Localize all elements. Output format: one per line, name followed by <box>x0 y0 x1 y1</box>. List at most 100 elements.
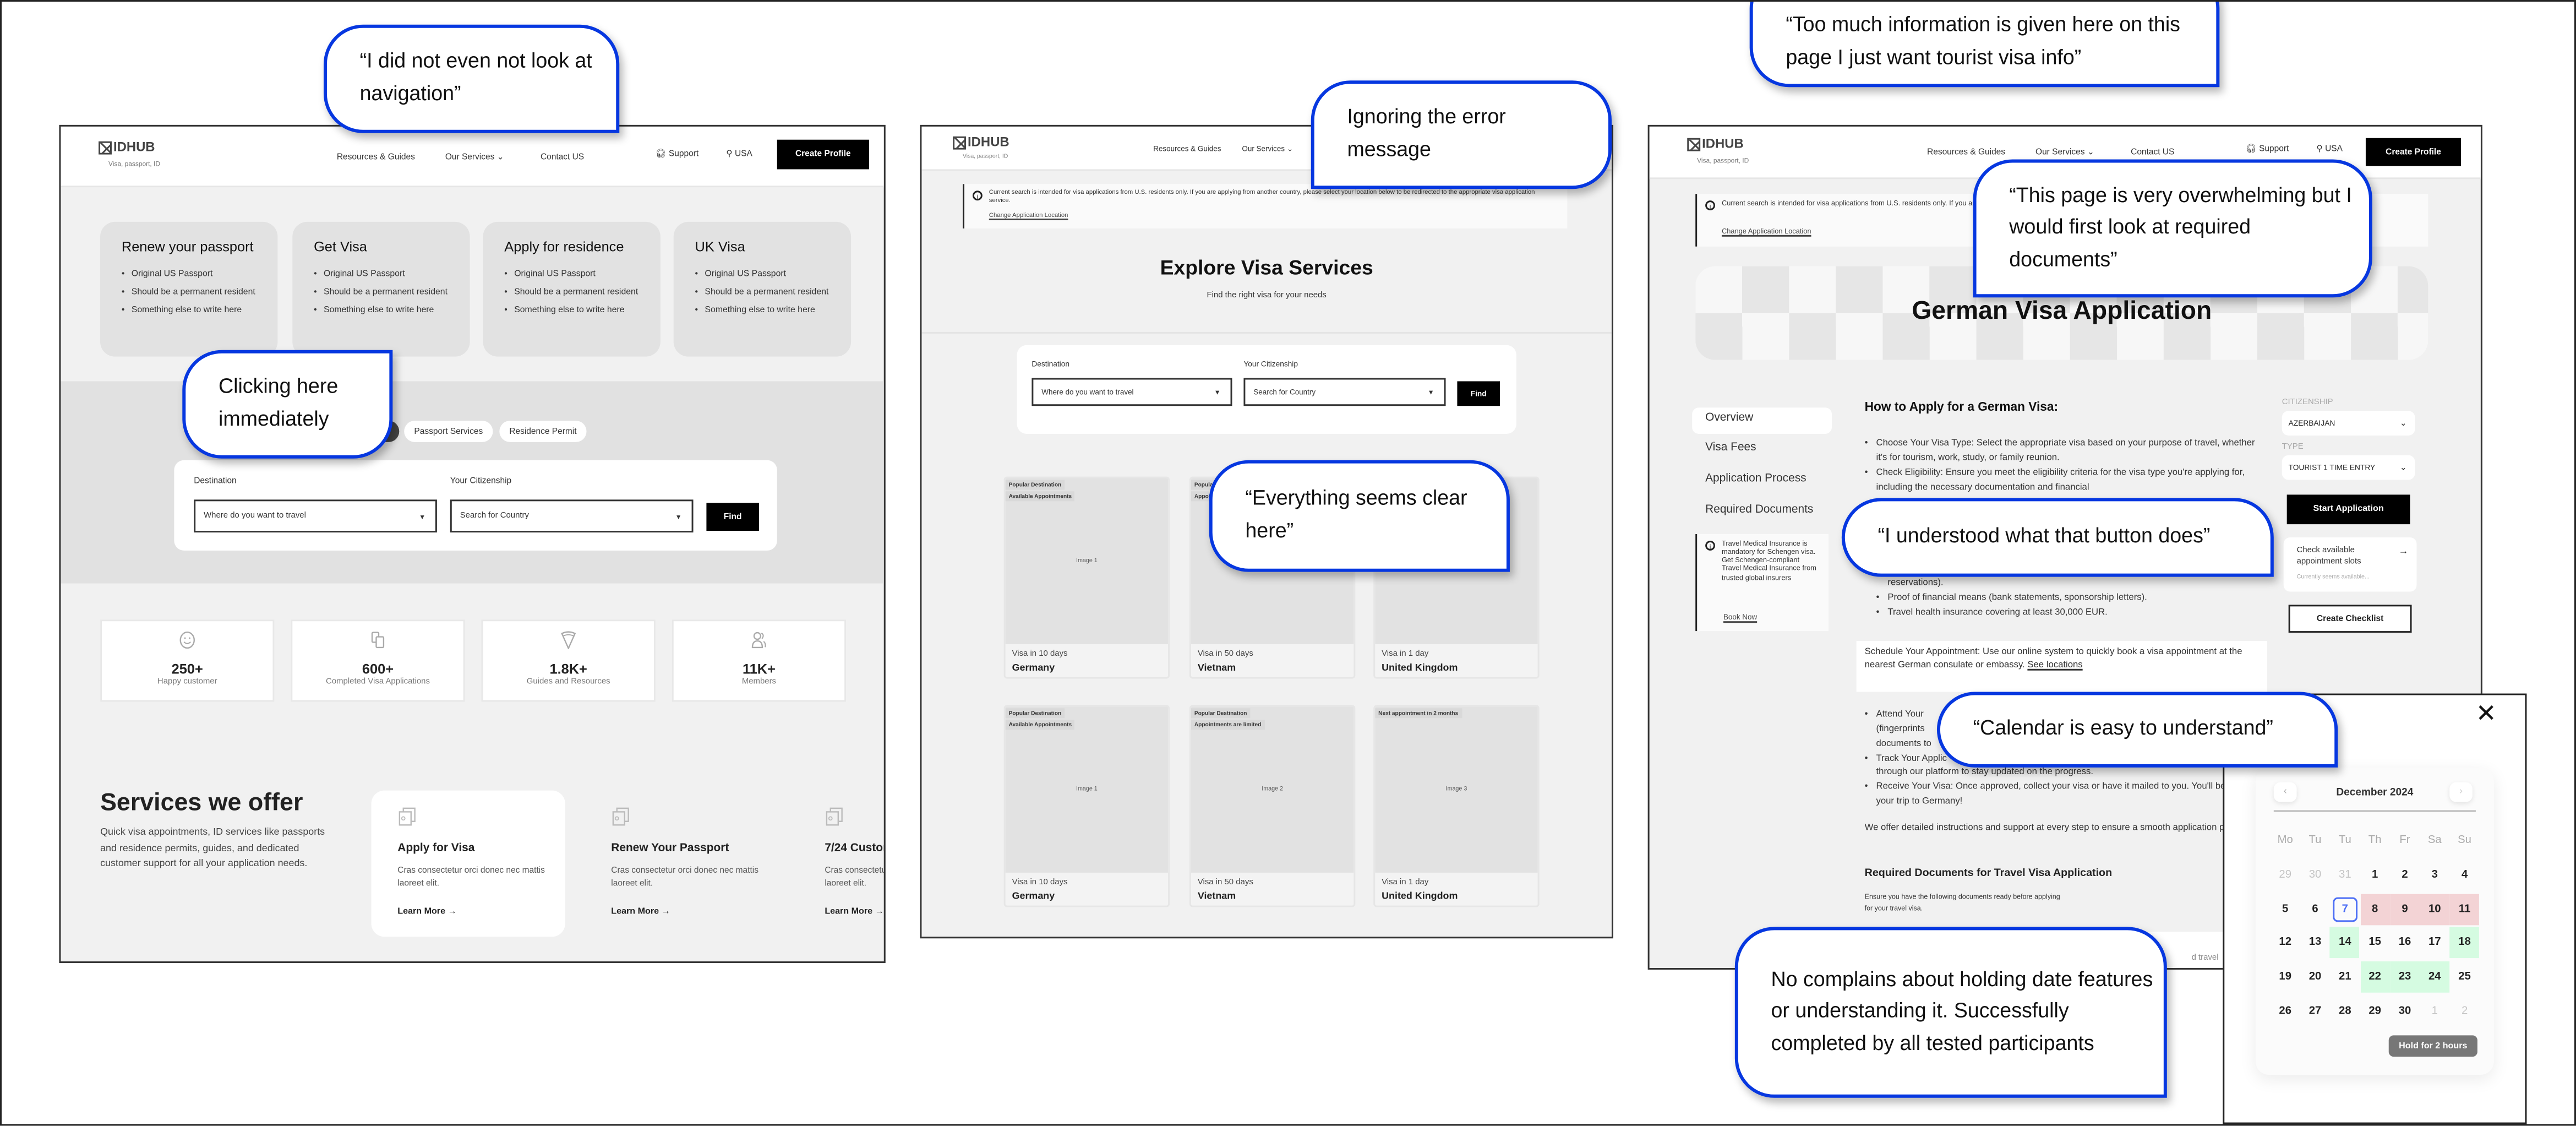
calendar-day[interactable]: 6 <box>2300 894 2330 925</box>
learn-more-link[interactable]: Learn More → <box>825 907 883 917</box>
service-item[interactable]: Apply for Visa Cras consectetur orci don… <box>371 790 565 937</box>
citizenship-select[interactable]: Search for Country ▼ <box>450 499 694 533</box>
nav-our-services[interactable]: Our Services ⌄ <box>1242 145 1293 155</box>
calendar-day-available[interactable]: 24 <box>2420 961 2450 993</box>
nav-our-services[interactable]: Our Services ⌄ <box>445 153 504 163</box>
sidenav-overview[interactable]: Overview <box>1692 407 1832 434</box>
calendar-day[interactable]: 19 <box>2271 961 2300 993</box>
calendar-day-available[interactable]: 23 <box>2390 961 2420 993</box>
tab-residence-permit[interactable]: Residence Permit <box>499 421 587 442</box>
appointment-slots-card[interactable]: Check available appointment slots → Curr… <box>2283 537 2417 592</box>
destination-card[interactable]: Popular Destination Available Appointment… <box>1003 705 1170 907</box>
calendar-day[interactable]: 3 <box>2420 860 2449 891</box>
calendar-day-booked[interactable]: 9 <box>2390 893 2420 925</box>
calendar-day[interactable]: 27 <box>2300 996 2330 1027</box>
learn-more-link[interactable]: Learn More → <box>611 907 670 917</box>
callout-text: “Too much information is given here on t… <box>1786 14 2181 69</box>
logo[interactable]: IDHUB <box>1687 137 1744 151</box>
calendar-day[interactable]: 28 <box>2330 996 2360 1027</box>
calendar-day-available[interactable]: 14 <box>2330 927 2360 959</box>
visa-type-select[interactable]: TOURIST 1 TIME ENTRY ⌄ <box>2282 455 2415 480</box>
calendar-day[interactable]: 2 <box>2390 860 2420 891</box>
nav-contact[interactable]: Contact US <box>541 153 584 163</box>
country-name: United Kingdom <box>1382 892 1458 902</box>
brand-tagline: Visa, passport, ID <box>108 159 161 168</box>
calendar-day[interactable]: 17 <box>2420 928 2449 959</box>
find-button[interactable]: Find <box>1457 381 1500 406</box>
calendar-day[interactable]: 13 <box>2300 928 2330 959</box>
location-selector[interactable]: ⚲ USA <box>2316 145 2343 155</box>
sidenav-required-documents[interactable]: Required Documents <box>1705 504 1813 516</box>
create-profile-button[interactable]: Create Profile <box>777 139 869 170</box>
callout-navigation: “I did not even not look at navigation” <box>323 24 620 133</box>
nav-contact[interactable]: Contact US <box>2131 148 2174 158</box>
logo[interactable]: IDHUB <box>99 140 155 155</box>
calendar-day[interactable]: 26 <box>2271 996 2300 1027</box>
calendar-day-booked[interactable]: 11 <box>2449 893 2480 925</box>
calendar-day[interactable]: 16 <box>2390 928 2420 959</box>
calendar-day[interactable]: 25 <box>2450 961 2480 993</box>
calendar-day[interactable]: 20 <box>2300 961 2330 993</box>
calendar-day[interactable]: 15 <box>2360 928 2390 959</box>
citizenship-placeholder: Search for Country <box>1253 388 1316 396</box>
nav-resources[interactable]: Resources & Guides <box>1153 145 1221 153</box>
calendar-day-available[interactable]: 18 <box>2449 927 2480 959</box>
service-card[interactable]: Get Visa Original US Passport Should be a … <box>292 221 470 357</box>
nav-our-services[interactable]: Our Services ⌄ <box>2035 148 2094 158</box>
service-card[interactable]: Apply for residence Original US Passport S… <box>483 221 661 357</box>
support-link[interactable]: 🎧︎ Support <box>656 150 698 160</box>
create-checklist-button[interactable]: Create Checklist <box>2288 605 2412 633</box>
service-item[interactable]: Renew Your Passport Cras consectetur orc… <box>585 791 779 937</box>
citizenship-select[interactable]: AZERBAIJAN ⌄ <box>2282 411 2415 436</box>
stat-card: 1.8K+ Guides and Resources <box>481 619 656 702</box>
see-locations-link[interactable]: See locations <box>2027 661 2082 671</box>
nav-resources[interactable]: Resources & Guides <box>337 153 415 163</box>
citizenship-value: AZERBAIJAN <box>2288 419 2335 428</box>
calendar-day-booked[interactable]: 8 <box>2360 893 2390 925</box>
start-application-button[interactable]: Start Application <box>2286 494 2410 525</box>
support-link[interactable]: 🎧︎ Support <box>2246 145 2289 155</box>
learn-more-link[interactable]: Learn More → <box>397 907 456 917</box>
brand-name: IDHUB <box>113 139 155 155</box>
calendar-day[interactable]: 5 <box>2271 894 2300 925</box>
destination-card[interactable]: Popular DestinationAppointments are limi… <box>1189 705 1356 907</box>
calendar-day[interactable]: 21 <box>2330 961 2360 993</box>
tab-passport-services[interactable]: Passport Services <box>404 421 493 442</box>
change-location-link[interactable]: Change Application Location <box>1722 227 1811 235</box>
destination-card[interactable]: Popular Destination Available Appointment… <box>1003 476 1170 679</box>
calendar-day-selected[interactable]: 7 <box>2332 896 2357 922</box>
logo[interactable]: IDHUB <box>953 135 1009 150</box>
page-subtitle: Find the right visa for your needs <box>1207 291 1327 301</box>
closing-text: We offer detailed instructions and suppo… <box>1864 823 2255 834</box>
arrow-right-icon: → <box>875 907 884 917</box>
change-location-link[interactable]: Change Application Location <box>989 212 1068 219</box>
nav-resources[interactable]: Resources & Guides <box>1927 148 2005 158</box>
calendar-day[interactable]: 4 <box>2450 860 2480 891</box>
next-month-button[interactable]: › <box>2449 782 2473 802</box>
calendar-day[interactable]: 30 <box>2390 996 2420 1027</box>
image-placeholder-label: Image 1 <box>1076 557 1098 564</box>
hold-button[interactable]: Hold for 2 hours <box>2388 1035 2477 1057</box>
sidenav-visa-fees[interactable]: Visa Fees <box>1705 442 1756 454</box>
citizenship-select[interactable]: Search for Country ▼ <box>1243 378 1446 406</box>
calendar-day[interactable]: 29 <box>2360 996 2390 1027</box>
calendar-day-booked[interactable]: 10 <box>2420 893 2450 925</box>
calendar-day-available[interactable]: 22 <box>2360 961 2390 993</box>
service-card[interactable]: Renew your passport Original US Passport S… <box>100 221 278 357</box>
book-now-link[interactable]: Book Now <box>1723 613 1757 621</box>
location-selector[interactable]: ⚲ USA <box>726 150 752 160</box>
destination-select[interactable]: Where do you want to travel ▼ <box>1032 378 1232 406</box>
destination-card[interactable]: Next appointment in 2 months Image 3 Visa … <box>1373 705 1540 907</box>
destination-select[interactable]: Where do you want to travel ▼ <box>194 499 437 533</box>
logo-icon <box>1687 137 1701 151</box>
destination-label: Destination <box>1032 360 1069 368</box>
caret-down-icon: ▼ <box>1214 388 1221 396</box>
find-button[interactable]: Find <box>706 503 759 531</box>
create-profile-button[interactable]: Create Profile <box>2365 138 2462 166</box>
sidenav-application-process[interactable]: Application Process <box>1705 474 1807 485</box>
calendar-day[interactable]: 1 <box>2360 860 2390 891</box>
close-icon[interactable]: ✕ <box>2476 698 2497 728</box>
service-item[interactable]: 7/24 Customer Support Cras consectetur o… <box>799 791 884 937</box>
calendar-day[interactable]: 12 <box>2271 928 2300 959</box>
service-card[interactable]: UK Visa Original US Passport Should be a p… <box>673 221 852 357</box>
